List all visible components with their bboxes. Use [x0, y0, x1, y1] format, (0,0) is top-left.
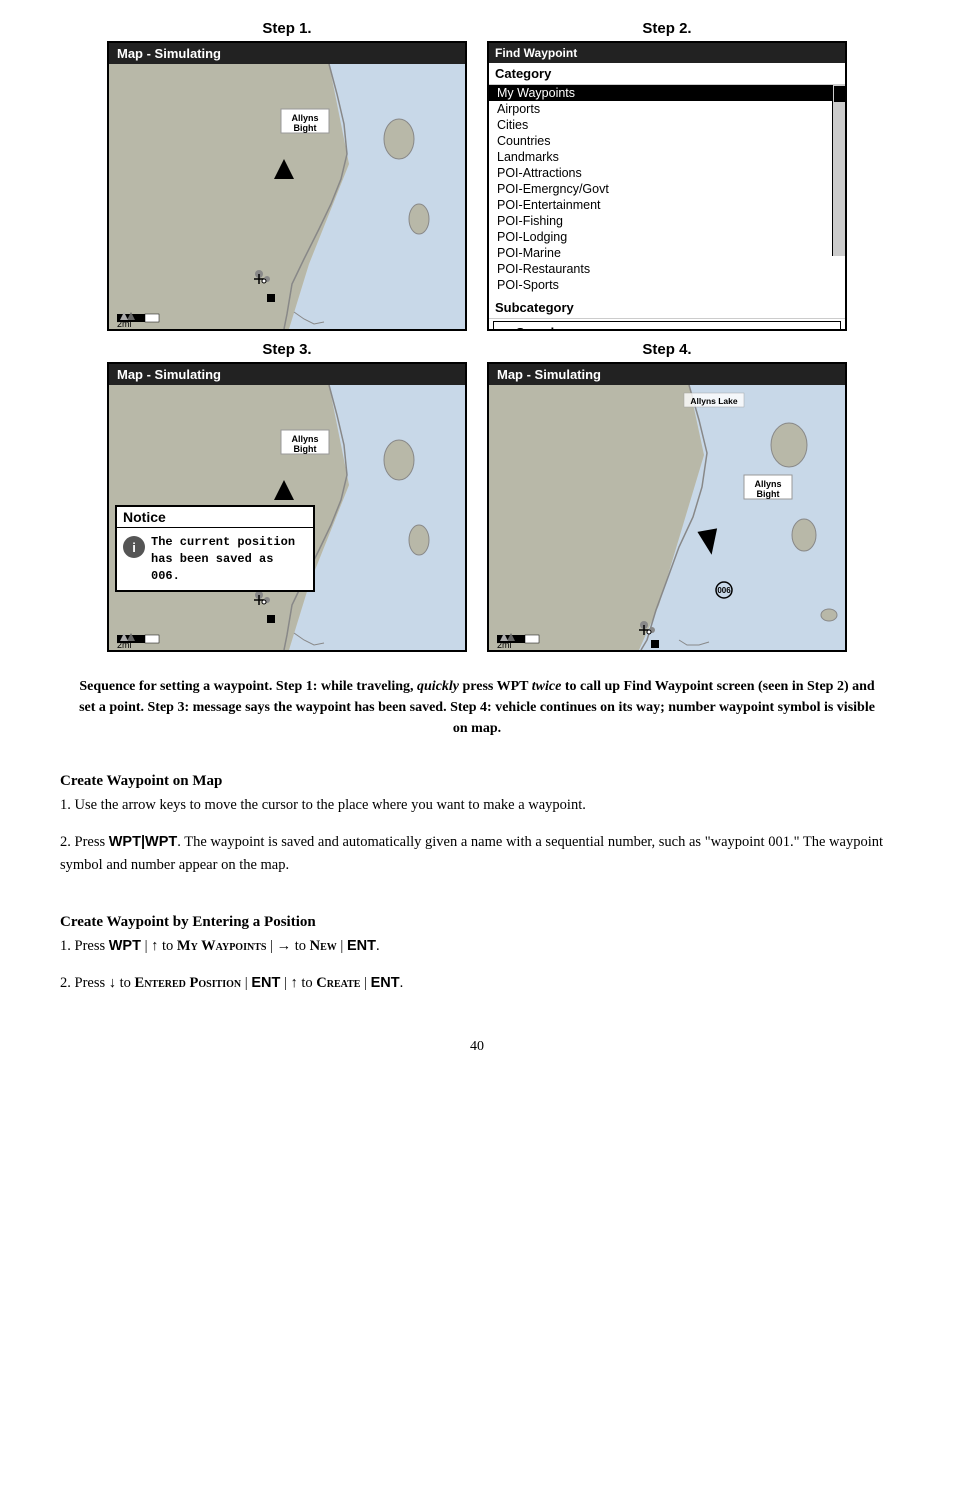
step4-map: Map - Simulating Allyns Lake: [487, 362, 847, 652]
svg-text:2mi: 2mi: [117, 640, 132, 650]
fw-list-item[interactable]: POI-Lodging: [489, 229, 845, 245]
step3-label: Step 3.: [262, 341, 311, 358]
fw-title: Find Waypoint: [489, 43, 845, 63]
svg-text:Bight: Bight: [294, 123, 317, 133]
fw-list-item[interactable]: Landmarks: [489, 149, 845, 165]
fw-list-item[interactable]: POI-Sports: [489, 277, 845, 293]
step1-label: Step 1.: [262, 20, 311, 37]
fw-list-item[interactable]: POI-Emergncy/Govt: [489, 181, 845, 197]
notice-box: Notice i The current positionhas been sa…: [115, 505, 315, 592]
notice-text: The current positionhas been saved as006…: [151, 534, 295, 584]
svg-text:2mi: 2mi: [497, 640, 512, 650]
fw-category-list: My Waypoints Airports Cities Countries L…: [489, 85, 845, 293]
section1-heading: Create Waypoint on Map: [60, 773, 894, 790]
fw-list-item[interactable]: POI-Attractions: [489, 165, 845, 181]
fw-arrow-left-icon: ◄: [498, 327, 508, 331]
fw-list-item[interactable]: POI-Restaurants: [489, 261, 845, 277]
fw-list-item[interactable]: POI-Marine: [489, 245, 845, 261]
svg-text:Allyns: Allyns: [291, 113, 318, 123]
svg-text:006: 006: [717, 586, 731, 595]
section1-para2: 2. Press WPT|WPT. The waypoint is saved …: [60, 831, 894, 877]
fw-saved-text: Saved: [516, 325, 554, 331]
page-number: 40: [60, 1039, 894, 1055]
fw-list-item[interactable]: Airports: [489, 101, 845, 117]
step3-map: Map - Simulating: [107, 362, 467, 652]
fw-list-item[interactable]: Countries: [489, 133, 845, 149]
fw-list-item[interactable]: My Waypoints: [489, 85, 845, 101]
svg-text:Bight: Bight: [294, 444, 317, 454]
svg-text:2mi: 2mi: [117, 319, 132, 329]
fw-list-item[interactable]: POI-Fishing: [489, 213, 845, 229]
svg-text:Allyns: Allyns: [291, 434, 318, 444]
notice-title: Notice: [117, 507, 313, 528]
fw-saved-row[interactable]: ◄ Saved ►: [493, 321, 841, 331]
svg-text:Allyns: Allyns: [754, 479, 781, 489]
step2-label: Step 2.: [642, 20, 691, 37]
section2-heading: Create Waypoint by Entering a Position: [60, 914, 894, 931]
notice-info-icon: i: [123, 536, 145, 558]
section1-para1: 1. Use the arrow keys to move the cursor…: [60, 794, 894, 817]
fw-subcategory-label: Subcategory: [489, 297, 845, 319]
fw-list-item[interactable]: POI-Entertainment: [489, 197, 845, 213]
svg-text:Allyns Lake: Allyns Lake: [690, 396, 738, 406]
section2-para2: 2. Press ↓ to Entered Position | ENT | ↑…: [60, 972, 894, 995]
step3-map-title: Map - Simulating: [109, 364, 465, 385]
caption-area: Sequence for setting a waypoint. Step 1:…: [60, 676, 894, 739]
section2-para1: 1. Press WPT | ↑ to My Waypoints | → to …: [60, 935, 894, 958]
step4-label: Step 4.: [642, 341, 691, 358]
step1-map: Map - Simulating: [107, 41, 467, 331]
step1-map-title: Map - Simulating: [109, 43, 465, 64]
fw-list-item[interactable]: Cities: [489, 117, 845, 133]
fw-arrow-right-icon: ►: [826, 327, 836, 331]
step4-map-title: Map - Simulating: [489, 364, 845, 385]
fw-category-label: Category: [489, 63, 845, 85]
step2-screen: Find Waypoint Category My Waypoints Airp…: [487, 41, 847, 331]
svg-text:Bight: Bight: [757, 489, 780, 499]
